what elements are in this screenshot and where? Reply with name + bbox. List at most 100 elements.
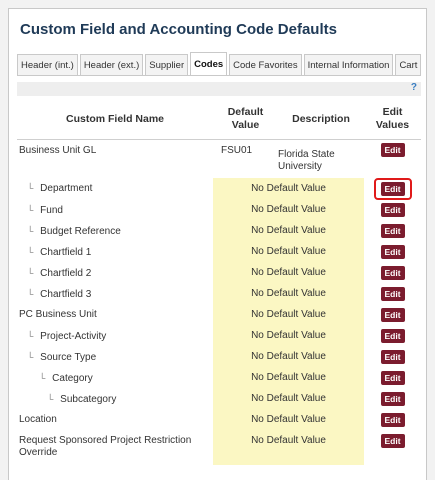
edit-button[interactable]: Edit [380, 413, 405, 427]
table-row: Location No Default Value Edit [17, 409, 421, 431]
edit-button[interactable]: Edit [380, 181, 405, 196]
codes-table: Custom Field Name Default Value Descript… [17, 99, 421, 465]
table-row: └ Source Type No Default Value Edit [17, 346, 421, 368]
field-name: └ Subcategory [47, 393, 117, 405]
default-value: No Default Value [213, 409, 364, 431]
field-name: └ Chartfield 1 [27, 246, 92, 258]
header-description: Description [278, 99, 364, 140]
edit-cell: Edit [364, 177, 421, 200]
default-value: No Default Value [213, 325, 364, 347]
table-row: Request Sponsored Project Restriction Ov… [17, 430, 421, 465]
field-name: └ Chartfield 3 [27, 288, 92, 300]
field-name: PC Business Unit [19, 309, 97, 320]
edit-button[interactable]: Edit [380, 203, 405, 217]
edit-cell: Edit [364, 368, 421, 389]
default-value: No Default Value [213, 220, 364, 242]
tab-header-ext[interactable]: Header (ext.) [79, 54, 144, 75]
edit-cell: Edit [364, 410, 421, 431]
field-name: └ Fund [27, 204, 63, 216]
edit-button[interactable]: Edit [380, 329, 405, 343]
edit-button[interactable]: Edit [380, 350, 405, 364]
field-name: └ Chartfield 2 [27, 267, 92, 279]
edit-button[interactable]: Edit [380, 433, 405, 448]
child-arrow-icon: └ [27, 330, 34, 341]
edit-cell: Edit [364, 200, 421, 221]
field-name: Location [19, 414, 57, 425]
edit-button[interactable]: Edit [380, 392, 405, 406]
edit-button[interactable]: Edit [380, 308, 405, 322]
edit-button[interactable]: Edit [380, 266, 405, 280]
default-value: No Default Value [213, 199, 364, 221]
table-row: └ Category No Default Value Edit [17, 367, 421, 389]
table-row: └ Chartfield 2 No Default Value Edit [17, 262, 421, 284]
field-name: └ Category [39, 372, 93, 384]
header-edit-values: Edit Values [364, 99, 421, 140]
default-value: No Default Value [213, 346, 364, 368]
child-arrow-icon: └ [27, 267, 34, 278]
edit-cell: Edit [364, 242, 421, 263]
table-row: └ Department No Default Value Edit [17, 177, 421, 200]
edit-cell: Edit [364, 389, 421, 410]
default-value: No Default Value [213, 367, 364, 389]
highlight-box: Edit [373, 177, 412, 200]
edit-button[interactable]: Edit [380, 224, 405, 238]
edit-cell: Edit [364, 431, 421, 465]
child-arrow-icon: └ [27, 183, 34, 193]
edit-cell: Edit [364, 284, 421, 305]
edit-cell: Edit [364, 347, 421, 368]
header-custom-field-name: Custom Field Name [17, 99, 213, 140]
table-row: PC Business Unit No Default Value Edit [17, 304, 421, 326]
field-name: └ Project-Activity [27, 330, 107, 342]
edit-cell: Edit [364, 140, 421, 178]
tab-internal-information[interactable]: Internal Information [303, 54, 394, 75]
edit-cell: Edit [364, 221, 421, 242]
tab-code-favorites[interactable]: Code Favorites [229, 54, 302, 75]
table-row: └ Project-Activity No Default Value Edit [17, 325, 421, 347]
tab-codes[interactable]: Codes [190, 52, 228, 75]
child-arrow-icon: └ [27, 246, 34, 257]
field-name: └ Department [27, 183, 93, 194]
edit-button[interactable]: Edit [380, 245, 405, 259]
child-arrow-icon: └ [27, 204, 34, 215]
table-row: └ Chartfield 3 No Default Value Edit [17, 283, 421, 305]
table-row: └ Subcategory No Default Value Edit [17, 388, 421, 410]
panel-frame: Custom Field and Accounting Code Default… [8, 8, 427, 480]
tab-bar: Header (int.) Header (ext.) Supplier Cod… [17, 51, 421, 76]
tab-supplier[interactable]: Supplier [145, 54, 189, 75]
default-value: No Default Value [213, 430, 364, 465]
tab-header-int[interactable]: Header (int.) [17, 54, 78, 75]
child-arrow-icon: └ [39, 372, 46, 383]
edit-cell: Edit [364, 305, 421, 326]
field-name: └ Budget Reference [27, 225, 121, 237]
table-row: └ Chartfield 1 No Default Value Edit [17, 241, 421, 263]
edit-cell: Edit [364, 263, 421, 284]
table-header-row: Custom Field Name Default Value Descript… [17, 99, 421, 140]
default-value: FSU01 [221, 145, 253, 156]
header-default-value: Default Value [213, 99, 278, 140]
tab-cart[interactable]: Cart [395, 54, 421, 75]
field-name: Business Unit GL [19, 145, 97, 156]
help-bar: ? [17, 82, 421, 96]
edit-button[interactable]: Edit [380, 287, 405, 301]
field-name: └ Source Type [27, 351, 97, 363]
child-arrow-icon: └ [27, 351, 34, 362]
table-row: Business Unit GL FSU01 Florida State Uni… [17, 140, 421, 178]
field-name: Request Sponsored Project Restriction Ov… [19, 434, 192, 458]
child-arrow-icon: └ [27, 225, 34, 236]
edit-cell: Edit [364, 326, 421, 347]
edit-button[interactable]: Edit [380, 143, 405, 157]
table-row: └ Fund No Default Value Edit [17, 199, 421, 221]
child-arrow-icon: └ [47, 393, 54, 404]
page-title: Custom Field and Accounting Code Default… [20, 21, 337, 38]
default-value: No Default Value [213, 241, 364, 263]
table-row: └ Budget Reference No Default Value Edit [17, 220, 421, 242]
child-arrow-icon: └ [27, 288, 34, 299]
edit-button[interactable]: Edit [380, 371, 405, 385]
help-icon[interactable]: ? [411, 82, 417, 93]
default-value: No Default Value [213, 388, 364, 410]
description: Florida State University [278, 149, 335, 173]
default-value: No Default Value [213, 262, 364, 284]
default-value: No Default Value [213, 283, 364, 305]
default-value: No Default Value [213, 177, 364, 200]
default-value: No Default Value [213, 304, 364, 326]
